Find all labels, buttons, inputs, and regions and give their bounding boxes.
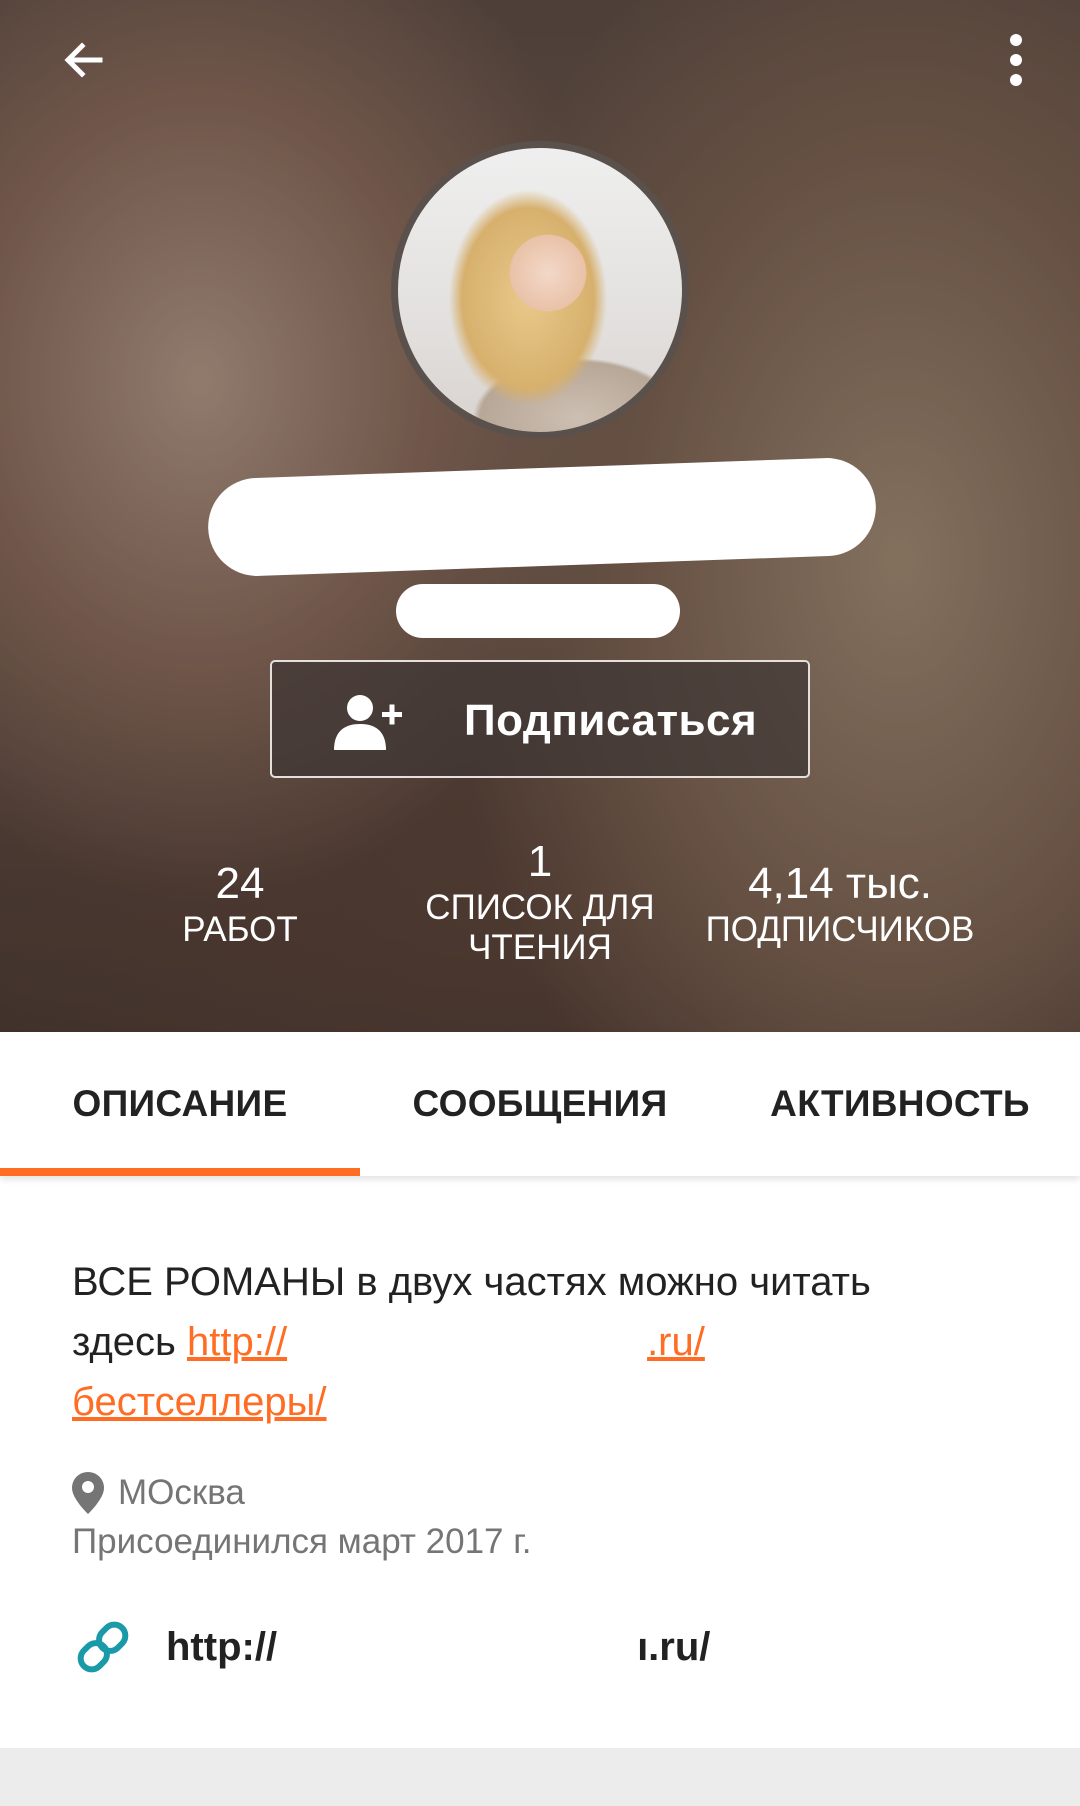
back-button[interactable]: [52, 28, 116, 92]
location-pin-icon: [72, 1472, 104, 1514]
redacted-handle: [396, 584, 680, 638]
description-link-start: http://: [187, 1320, 288, 1364]
more-vertical-icon: [1010, 34, 1022, 86]
website-link-end: ı.ru/: [637, 1624, 711, 1669]
active-tab-indicator: [0, 1168, 360, 1176]
stat-followers-value: 4,14 тыс.: [748, 859, 932, 908]
tab-activity[interactable]: АКТИВНОСТЬ: [720, 1032, 1080, 1176]
joined-date: Присоединился март 2017 г.: [72, 1522, 532, 1561]
description-link-domain-end: .ru/: [647, 1320, 705, 1364]
stat-reading-lists[interactable]: 1 СПИСОК ДЛЯ ЧТЕНИЯ: [410, 836, 670, 968]
stat-followers[interactable]: 4,14 тыс. ПОДПИСЧИКОВ: [680, 858, 1000, 950]
stat-reading-lists-label: СПИСОК ДЛЯ ЧТЕНИЯ: [425, 888, 655, 967]
redacted-username: [206, 456, 878, 578]
location-row: МОсква: [72, 1468, 245, 1518]
website-link[interactable]: http:// ı.ru/: [166, 1625, 710, 1670]
link-icon: [77, 1621, 129, 1673]
stat-works-label: РАБОТ: [182, 910, 298, 949]
description-link-path: бестселлеры/: [72, 1380, 327, 1424]
add-person-icon: [334, 695, 402, 750]
stat-works[interactable]: 24 РАБОТ: [150, 858, 330, 950]
tab-messages[interactable]: СООБЩЕНИЯ: [360, 1032, 720, 1176]
website-link-start: http://: [166, 1624, 278, 1669]
stat-works-value: 24: [215, 859, 265, 908]
more-options-button[interactable]: [996, 28, 1036, 92]
follow-button[interactable]: Подписаться: [270, 660, 810, 778]
profile-description: ВСЕ РОМАНЫ в двух частях можно читать зд…: [72, 1252, 972, 1432]
website-row[interactable]: http:// ı.ru/: [72, 1612, 710, 1682]
follow-button-label: Подписаться: [464, 696, 758, 745]
stat-reading-lists-value: 1: [527, 837, 553, 886]
arrow-left-icon: [64, 42, 103, 78]
bottom-divider: [0, 1748, 1080, 1806]
profile-tabs: ОПИСАНИЕ СООБЩЕНИЯ АКТИВНОСТЬ: [0, 1032, 1080, 1176]
tab-description[interactable]: ОПИСАНИЕ: [0, 1032, 360, 1176]
profile-header: Подписаться 24 РАБОТ 1 СПИСОК ДЛЯ ЧТЕНИЯ…: [0, 0, 1080, 1032]
avatar[interactable]: [391, 141, 689, 439]
stat-followers-label: ПОДПИСЧИКОВ: [705, 910, 975, 949]
description-panel: ВСЕ РОМАНЫ в двух частях можно читать зд…: [0, 1176, 1080, 1748]
location-text: МОсква: [118, 1473, 245, 1512]
